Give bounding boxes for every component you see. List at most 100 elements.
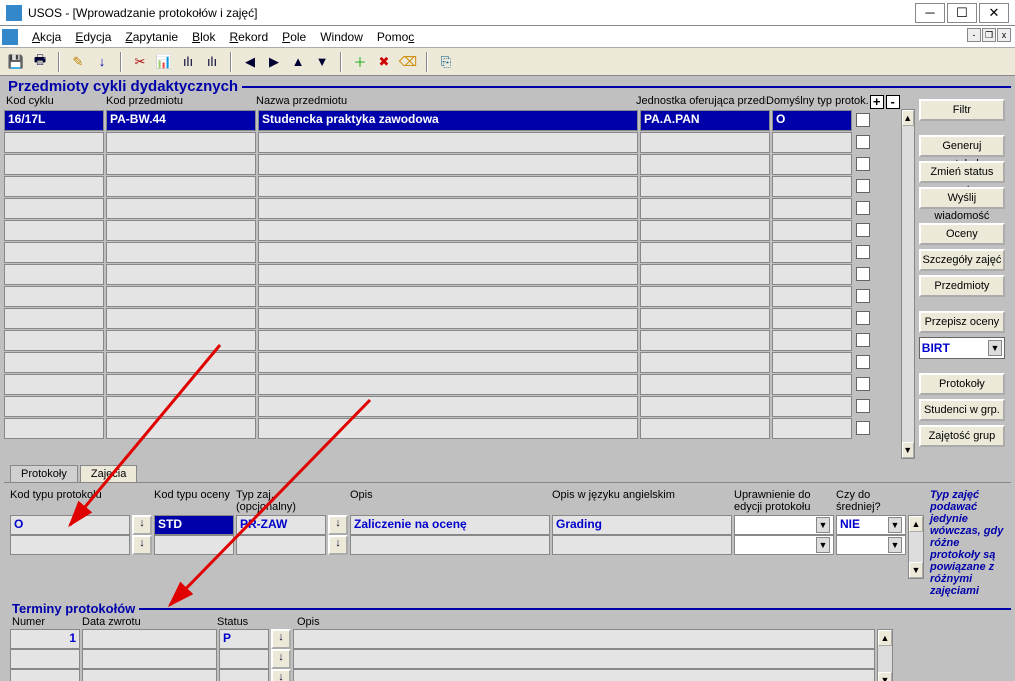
term-status[interactable]: P <box>219 629 269 649</box>
grid-cell[interactable] <box>258 242 638 263</box>
grid-cell[interactable] <box>640 132 770 153</box>
przedmioty-button[interactable]: Przedmioty <box>919 275 1005 297</box>
toolbar-bars2-icon[interactable]: ılı <box>202 52 222 72</box>
row-checkbox[interactable] <box>856 223 870 237</box>
grid-cell[interactable] <box>258 352 638 373</box>
table-row[interactable] <box>4 396 901 417</box>
row-checkbox[interactable] <box>856 179 870 193</box>
add-icon[interactable]: ＋ <box>350 52 370 72</box>
grid-cell[interactable] <box>640 396 770 417</box>
protokoly-button[interactable]: Protokoły <box>919 373 1005 395</box>
scroll-up-icon[interactable]: ▲ <box>878 630 892 646</box>
birt-select[interactable]: BIRT▼ <box>919 337 1005 359</box>
grid-cell[interactable] <box>106 198 256 219</box>
row-checkbox[interactable] <box>856 113 870 127</box>
grid-cell[interactable] <box>640 198 770 219</box>
prev-icon[interactable]: ◀ <box>240 52 260 72</box>
grid-cell[interactable] <box>106 176 256 197</box>
mdi-close-button[interactable]: x <box>997 28 1011 42</box>
zajetosc-button[interactable]: Zajętość grup <box>919 425 1005 447</box>
term-numer-2[interactable] <box>10 649 80 669</box>
grid-cell[interactable]: PA.A.PAN <box>640 110 770 131</box>
row-checkbox[interactable] <box>856 333 870 347</box>
table-row[interactable] <box>4 198 901 219</box>
row-checkbox[interactable] <box>856 377 870 391</box>
table-row[interactable] <box>4 154 901 175</box>
grid-cell[interactable] <box>4 132 104 153</box>
grid-cell[interactable] <box>640 154 770 175</box>
grid-cell[interactable]: PA-BW.44 <box>106 110 256 131</box>
proto-scrollbar[interactable]: ▲ ▼ <box>908 515 924 579</box>
grid-cell[interactable] <box>772 220 852 241</box>
grid-cell[interactable] <box>106 330 256 351</box>
term-lookup-1[interactable]: ↓ <box>271 629 291 649</box>
menu-rekord[interactable]: Rekord <box>229 30 268 44</box>
toolbar-edit-icon[interactable]: ✎ <box>68 52 88 72</box>
grid-cell[interactable] <box>4 154 104 175</box>
grid-cell[interactable] <box>258 308 638 329</box>
przepisz-button[interactable]: Przepisz oceny <box>919 311 1005 333</box>
table-row[interactable] <box>4 286 901 307</box>
grid-cell[interactable] <box>772 242 852 263</box>
table-row[interactable] <box>4 352 901 373</box>
down-icon[interactable]: ▼ <box>312 52 332 72</box>
row-checkbox[interactable] <box>856 267 870 281</box>
tab-zajecia[interactable]: Zajęcia <box>80 465 137 482</box>
input-typ-zaj-2[interactable] <box>236 535 326 555</box>
grid-cell[interactable] <box>4 286 104 307</box>
term-lookup-2[interactable]: ↓ <box>271 649 291 669</box>
grid-cell[interactable] <box>4 352 104 373</box>
toolbar-down-icon[interactable]: ↓ <box>92 52 112 72</box>
grid-cell[interactable] <box>640 220 770 241</box>
table-row[interactable]: 16/17LPA-BW.44Studencka praktyka zawodow… <box>4 110 901 131</box>
zmien-status-button[interactable]: Zmień status prot. <box>919 161 1005 183</box>
grid-cell[interactable]: Studencka praktyka zawodowa <box>258 110 638 131</box>
grid-cell[interactable] <box>772 374 852 395</box>
plus-button[interactable]: + <box>870 95 884 109</box>
exit-icon[interactable]: ⎘ <box>436 52 456 72</box>
mdi-restore-button[interactable]: ❐ <box>982 28 996 42</box>
table-row[interactable] <box>4 242 901 263</box>
select-upr-2[interactable]: ▼ <box>734 535 834 555</box>
term-numer[interactable]: 1 <box>10 629 80 649</box>
row-checkbox[interactable] <box>856 135 870 149</box>
input-kod-typu-oceny-2[interactable] <box>154 535 234 555</box>
grid-cell[interactable] <box>4 396 104 417</box>
input-opis[interactable]: Zaliczenie na ocenę <box>350 515 550 535</box>
grid-cell[interactable] <box>640 264 770 285</box>
term-opis[interactable] <box>293 629 875 649</box>
grid-cell[interactable] <box>258 286 638 307</box>
grid-cell[interactable] <box>106 242 256 263</box>
term-data-3[interactable] <box>82 669 217 681</box>
close-button[interactable]: ✕ <box>979 3 1009 23</box>
term-data[interactable] <box>82 629 217 649</box>
select-srednia-2[interactable]: ▼ <box>836 535 906 555</box>
scroll-down-icon[interactable]: ▼ <box>902 442 914 458</box>
grid-cell[interactable] <box>4 220 104 241</box>
grid-cell[interactable] <box>772 352 852 373</box>
mdi-minimize-button[interactable]: - <box>967 28 981 42</box>
grid-cell[interactable] <box>772 176 852 197</box>
grid-cell[interactable] <box>106 220 256 241</box>
table-row[interactable] <box>4 374 901 395</box>
term-lookup-3[interactable]: ↓ <box>271 669 291 681</box>
menu-zapytanie[interactable]: Zapytanie <box>125 30 178 44</box>
row-checkbox[interactable] <box>856 289 870 303</box>
studenci-button[interactable]: Studenci w grp. <box>919 399 1005 421</box>
grid-cell[interactable] <box>772 198 852 219</box>
select-upr[interactable]: ▼ <box>734 515 834 535</box>
row-checkbox[interactable] <box>856 157 870 171</box>
minus-button[interactable]: - <box>886 95 900 109</box>
grid-cell[interactable] <box>106 286 256 307</box>
terms-scrollbar[interactable]: ▲ ▼ <box>877 629 893 681</box>
grid-cell[interactable] <box>4 198 104 219</box>
row-checkbox[interactable] <box>856 399 870 413</box>
next-icon[interactable]: ▶ <box>264 52 284 72</box>
grid-cell[interactable] <box>4 330 104 351</box>
grid-cell[interactable] <box>106 154 256 175</box>
maximize-button[interactable]: ☐ <box>947 3 977 23</box>
grid-cell[interactable] <box>640 330 770 351</box>
grid-cell[interactable] <box>772 154 852 175</box>
grid-cell[interactable] <box>772 330 852 351</box>
grid-cell[interactable] <box>640 418 770 439</box>
